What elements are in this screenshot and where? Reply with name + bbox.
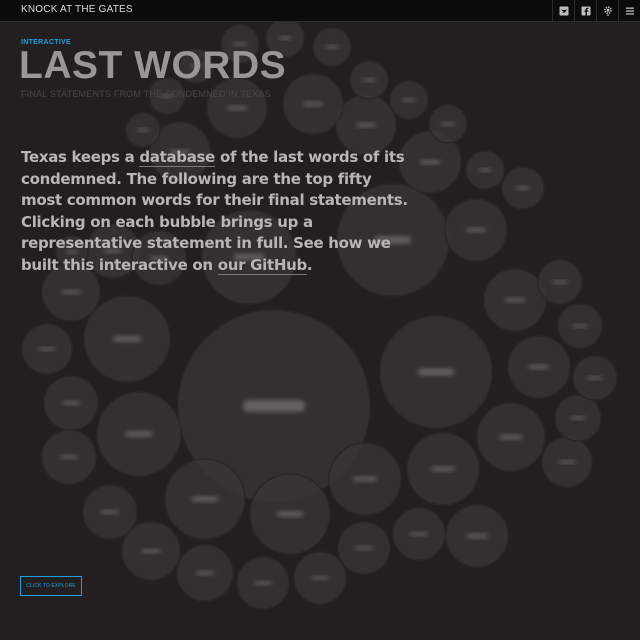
word-bubble[interactable] bbox=[428, 104, 468, 144]
settings-icon[interactable] bbox=[596, 0, 618, 21]
word-bubble[interactable] bbox=[82, 484, 138, 540]
word-bubble[interactable] bbox=[445, 504, 509, 568]
word-bubble-label-blur bbox=[353, 476, 377, 482]
word-bubble-label-blur bbox=[572, 324, 588, 328]
facebook-icon[interactable] bbox=[574, 0, 596, 21]
page-subtitle: FINAL STATEMENTS FROM THE CONDEMNED IN T… bbox=[21, 89, 271, 99]
word-bubble-label-blur bbox=[516, 186, 530, 190]
word-bubble-label-blur bbox=[125, 431, 153, 437]
word-bubble-label-blur bbox=[478, 168, 492, 172]
word-bubble[interactable] bbox=[282, 73, 344, 135]
word-bubble[interactable] bbox=[444, 198, 508, 262]
database-link[interactable]: database bbox=[139, 148, 215, 167]
word-bubble-label-blur bbox=[356, 123, 376, 127]
word-bubble[interactable] bbox=[43, 375, 99, 431]
word-bubble[interactable] bbox=[335, 94, 397, 156]
word-bubble-label-blur bbox=[466, 534, 488, 538]
word-bubble-label-blur bbox=[61, 290, 81, 294]
word-bubble[interactable] bbox=[41, 429, 97, 485]
menu-icon[interactable] bbox=[618, 0, 640, 21]
word-bubble[interactable] bbox=[406, 432, 480, 506]
word-bubble[interactable] bbox=[176, 544, 234, 602]
word-bubble-label-blur bbox=[465, 228, 487, 232]
word-bubble-label-blur bbox=[311, 576, 329, 580]
word-bubble[interactable] bbox=[328, 442, 402, 516]
word-bubble[interactable] bbox=[483, 268, 547, 332]
word-bubble-label-blur bbox=[325, 45, 339, 49]
word-bubble[interactable] bbox=[476, 402, 546, 472]
word-bubble[interactable] bbox=[249, 473, 331, 555]
word-bubble-label-blur bbox=[277, 511, 303, 517]
word-bubble-label-blur bbox=[254, 581, 272, 585]
word-bubble[interactable] bbox=[312, 27, 352, 67]
github-link[interactable]: our GitHub bbox=[217, 255, 307, 275]
word-bubble-label-blur bbox=[558, 460, 576, 464]
word-bubble[interactable] bbox=[293, 551, 347, 605]
word-bubble[interactable] bbox=[501, 166, 545, 210]
top-bar: KNOCK AT THE GATES bbox=[0, 0, 640, 22]
page-title: LAST WORDS bbox=[19, 44, 287, 87]
site-brand-link[interactable]: KNOCK AT THE GATES bbox=[21, 4, 133, 15]
word-bubble-label-blur bbox=[410, 532, 428, 536]
word-bubble[interactable] bbox=[379, 315, 493, 429]
word-bubble[interactable] bbox=[125, 112, 161, 148]
word-bubble-label-blur bbox=[101, 510, 119, 514]
word-bubble[interactable] bbox=[537, 259, 583, 305]
word-bubble-label-blur bbox=[137, 128, 149, 132]
word-bubble-label-blur bbox=[303, 102, 323, 106]
word-bubble-label-blur bbox=[60, 455, 78, 459]
word-bubble-label-blur bbox=[504, 298, 526, 302]
word-bubble-label-blur bbox=[402, 98, 416, 102]
word-bubble-label-blur bbox=[499, 434, 523, 440]
intro-paragraph: Texas keeps a database of the last words… bbox=[21, 147, 411, 276]
word-bubble[interactable] bbox=[21, 323, 73, 375]
word-bubble[interactable] bbox=[554, 394, 602, 442]
word-bubble-label-blur bbox=[570, 416, 586, 420]
word-bubble-label-blur bbox=[192, 496, 218, 502]
word-bubble-label-blur bbox=[419, 160, 441, 164]
word-bubble-label-blur bbox=[441, 122, 455, 126]
click-to-explore-button[interactable]: CLICK TO EXPLORE bbox=[20, 576, 82, 596]
word-bubble-label-blur bbox=[362, 78, 376, 82]
word-bubble[interactable] bbox=[465, 150, 505, 190]
word-bubble-label-blur bbox=[38, 347, 56, 351]
word-bubble[interactable] bbox=[389, 80, 429, 120]
word-bubble-label-blur bbox=[62, 401, 80, 405]
twitter-icon[interactable] bbox=[552, 0, 574, 21]
word-bubble-label-blur bbox=[587, 376, 603, 380]
word-bubble-label-blur bbox=[242, 400, 306, 412]
word-bubble[interactable] bbox=[83, 295, 171, 383]
word-bubble[interactable] bbox=[572, 355, 618, 401]
word-bubble-label-blur bbox=[227, 106, 247, 110]
word-bubble-label-blur bbox=[141, 549, 161, 553]
word-bubble-label-blur bbox=[113, 336, 141, 342]
word-bubble[interactable] bbox=[164, 458, 246, 540]
word-bubble[interactable] bbox=[96, 391, 182, 477]
word-bubble[interactable] bbox=[337, 521, 391, 575]
word-bubble[interactable] bbox=[349, 60, 389, 100]
top-bar-icons bbox=[552, 0, 640, 21]
word-bubble-label-blur bbox=[355, 546, 373, 550]
word-bubble[interactable] bbox=[121, 521, 181, 581]
word-bubble-label-blur bbox=[195, 571, 215, 575]
word-bubble-label-blur bbox=[528, 365, 550, 369]
word-bubble[interactable] bbox=[236, 556, 290, 610]
word-bubble-label-blur bbox=[417, 368, 455, 376]
word-bubble-label-blur bbox=[552, 280, 568, 284]
word-bubble[interactable] bbox=[557, 303, 603, 349]
word-bubble-label-blur bbox=[431, 466, 455, 472]
word-bubble[interactable] bbox=[392, 507, 446, 561]
intro-text: Texas keeps a bbox=[21, 148, 140, 166]
word-bubble-label-blur bbox=[278, 36, 292, 40]
word-bubble[interactable] bbox=[507, 335, 571, 399]
page: KNOCK AT THE GATES INTERACTIVE LAST WORD… bbox=[0, 0, 640, 640]
word-bubble[interactable] bbox=[541, 436, 593, 488]
intro-text: . bbox=[306, 255, 313, 274]
